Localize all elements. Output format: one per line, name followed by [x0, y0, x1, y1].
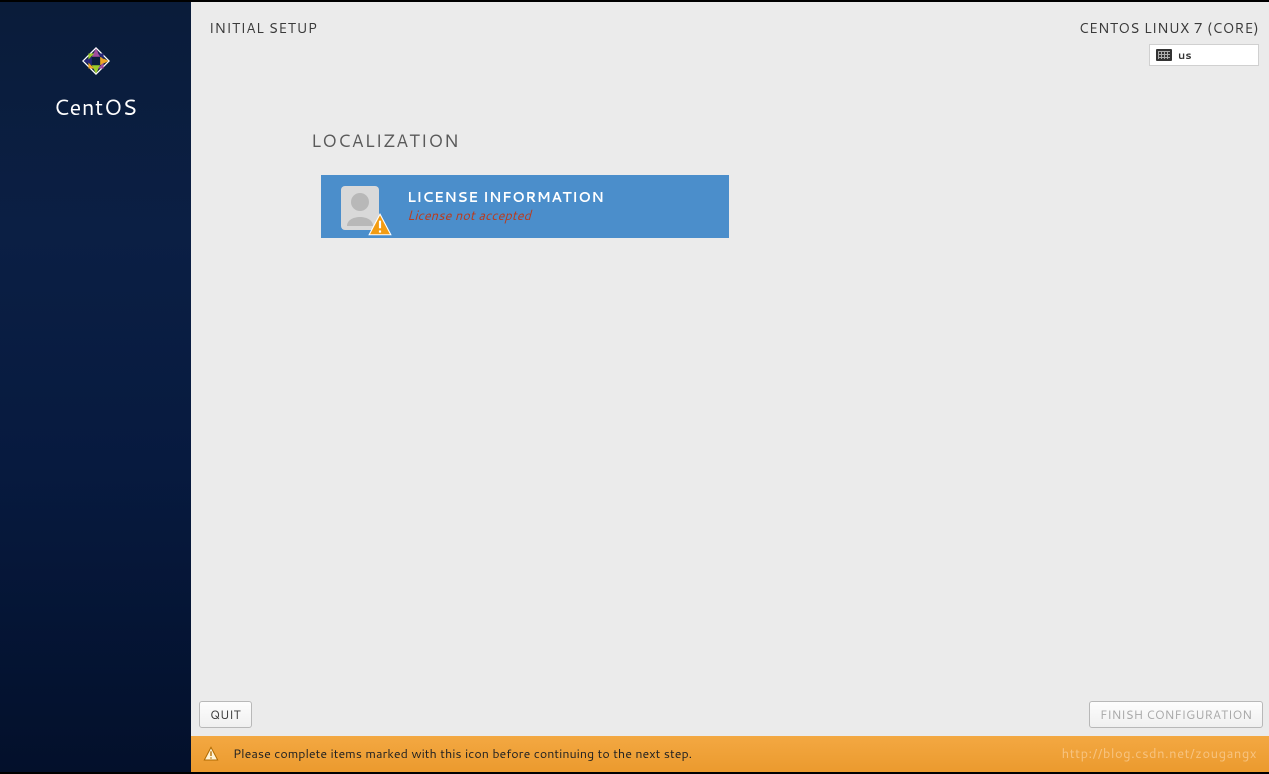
- license-spoke-status: License not accepted: [407, 207, 604, 225]
- main-panel: INITIAL SETUP CENTOS LINUX 7 (CORE) us L…: [191, 2, 1269, 772]
- header: INITIAL SETUP CENTOS LINUX 7 (CORE) us: [191, 2, 1269, 67]
- header-right: CENTOS LINUX 7 (CORE) us: [1079, 18, 1259, 67]
- license-information-spoke[interactable]: LICENSE INFORMATION License not accepted: [321, 175, 729, 238]
- finish-configuration-button[interactable]: FINISH CONFIGURATION: [1089, 701, 1263, 728]
- centos-wordmark: CentOS: [53, 92, 137, 123]
- keyboard-layout-button[interactable]: us: [1149, 44, 1259, 66]
- section-title-localization: LOCALIZATION: [311, 127, 1269, 153]
- page-title: INITIAL SETUP: [209, 18, 317, 38]
- warning-icon: [203, 746, 219, 762]
- distro-label: CENTOS LINUX 7 (CORE): [1079, 18, 1259, 38]
- warning-bar: Please complete items marked with this i…: [191, 736, 1269, 772]
- keyboard-icon: [1156, 49, 1172, 61]
- footer-buttons: QUIT FINISH CONFIGURATION: [191, 693, 1269, 736]
- keyboard-layout-label: us: [1178, 47, 1192, 63]
- license-spoke-text: LICENSE INFORMATION License not accepted: [407, 188, 604, 226]
- warning-message: Please complete items marked with this i…: [233, 745, 692, 763]
- watermark-text: http://blog.csdn.net/zougangx: [1062, 745, 1257, 763]
- license-icon-wrap: [335, 182, 391, 232]
- quit-button[interactable]: QUIT: [199, 701, 252, 728]
- warning-icon: [367, 212, 393, 238]
- content-area: LOCALIZATION LICENSE INFORMATION: [191, 67, 1269, 693]
- centos-logo-icon: [75, 40, 117, 82]
- license-spoke-title: LICENSE INFORMATION: [407, 188, 604, 208]
- sidebar: CentOS: [0, 2, 191, 772]
